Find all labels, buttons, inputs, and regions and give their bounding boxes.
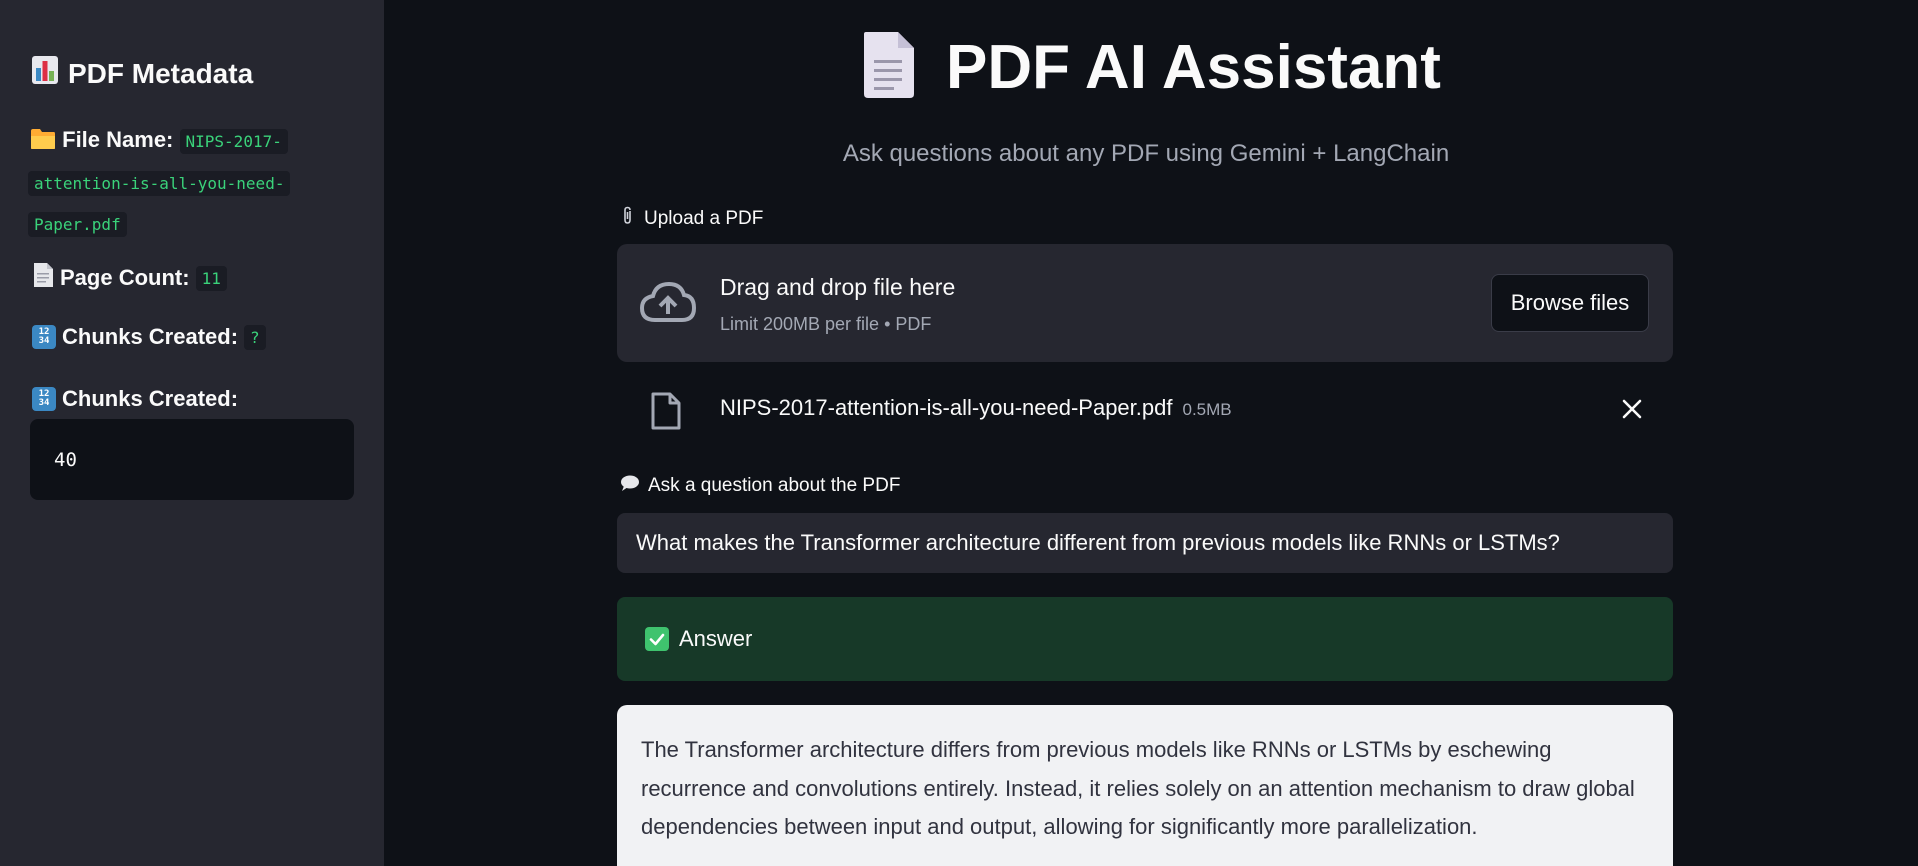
uploaded-file-size: 0.5MB	[1182, 400, 1232, 419]
chunks-created-value-1: ?	[244, 324, 266, 350]
input-numbers-icon: 12 34	[32, 325, 56, 349]
uploaded-file-name: NIPS-2017-attention-is-all-you-need-Pape…	[720, 395, 1232, 421]
page-icon	[32, 262, 54, 294]
sidebar-title-text: PDF Metadata	[68, 57, 254, 89]
sidebar-title: PDF Metadata	[32, 56, 253, 91]
upload-label-text: Upload a PDF	[644, 208, 764, 229]
page-count-value: 11	[195, 265, 227, 291]
question-input[interactable]	[617, 513, 1673, 573]
chunks-created-value-box: 40	[30, 419, 354, 500]
app-window: PDF Metadata File Name: NIPS-2017- atten…	[0, 0, 1918, 866]
bar-chart-icon	[32, 56, 58, 91]
document-icon	[860, 32, 916, 103]
chunks-created-row-1: 12 34 Chunks Created: ?	[32, 324, 266, 350]
question-label-text: Ask a question about the PDF	[648, 475, 901, 496]
uploaded-file-name-text: NIPS-2017-attention-is-all-you-need-Pape…	[720, 395, 1173, 420]
file-name-value-part-2: attention-is-all-you-need-	[28, 171, 291, 196]
file-name-value-part-1: NIPS-2017-	[179, 129, 288, 154]
dropzone-instruction: Drag and drop file here	[720, 274, 956, 300]
file-dropzone[interactable]: Drag and drop file here Limit 200MB per …	[617, 244, 1673, 362]
page-count-row: Page Count: 11	[32, 262, 227, 294]
page-title-text: PDF AI Assistant	[946, 33, 1441, 102]
file-icon	[651, 392, 681, 435]
answer-text-card: The Transformer architecture differs fro…	[617, 705, 1673, 866]
file-name-row: File Name: NIPS-2017- attention-is-all-y…	[28, 120, 340, 244]
dropzone-limit: Limit 200MB per file • PDF	[720, 314, 932, 334]
chunks-created-label-1: Chunks Created:	[62, 324, 239, 349]
chunks-created-value-2: 40	[54, 448, 77, 471]
chunks-created-row-2: 12 34 Chunks Created:	[32, 386, 238, 412]
paperclip-icon	[620, 206, 636, 232]
upload-label: Upload a PDF	[620, 206, 763, 232]
answer-label: Answer	[679, 626, 753, 651]
file-name-label: File Name:	[62, 127, 174, 152]
folder-icon	[30, 123, 56, 162]
uploaded-file-item: NIPS-2017-attention-is-all-you-need-Pape…	[617, 380, 1673, 440]
page-title: PDF AI Assistant	[860, 32, 1441, 103]
cloud-upload-icon	[639, 280, 697, 329]
page-subtitle: Ask questions about any PDF using Gemini…	[842, 140, 1450, 167]
page-count-label: Page Count:	[60, 265, 190, 290]
question-label: Ask a question about the PDF	[620, 474, 900, 498]
input-numbers-icon: 12 34	[32, 387, 56, 411]
check-mark-icon	[645, 627, 669, 651]
sidebar: PDF Metadata File Name: NIPS-2017- atten…	[0, 0, 384, 866]
file-name-value-part-3: Paper.pdf	[28, 212, 127, 237]
speech-bubble-icon	[620, 474, 640, 498]
answer-success-banner: Answer	[617, 597, 1673, 681]
chunks-created-label-2: Chunks Created:	[62, 386, 239, 411]
browse-files-button[interactable]: Browse files	[1491, 274, 1649, 332]
remove-file-close-icon[interactable]	[1621, 398, 1643, 425]
